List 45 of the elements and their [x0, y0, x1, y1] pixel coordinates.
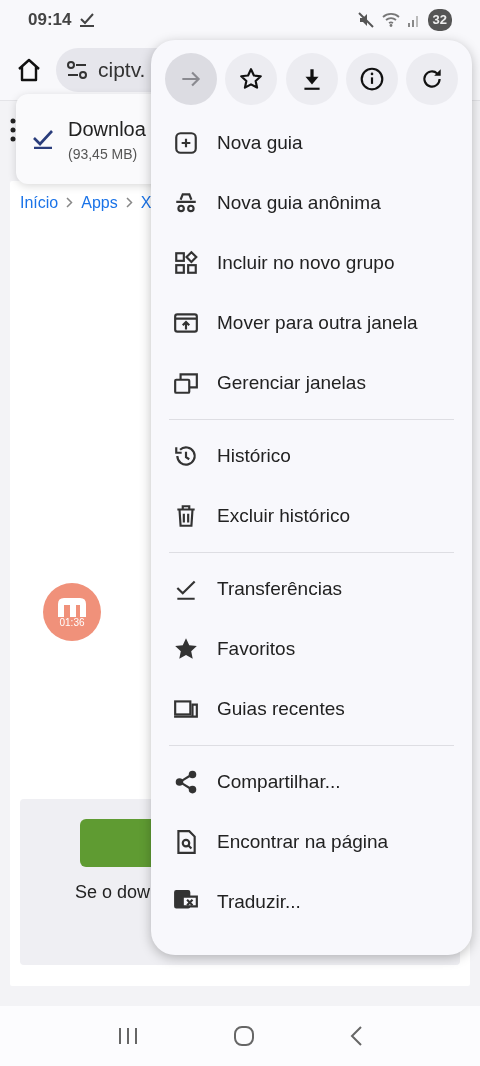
- reload-button[interactable]: [406, 53, 458, 105]
- check-icon: [32, 129, 54, 149]
- breadcrumb-link[interactable]: Apps: [81, 190, 118, 215]
- site-settings-icon[interactable]: [66, 60, 88, 79]
- mute-icon: [357, 11, 374, 28]
- download-note: Se o dow: [75, 880, 151, 904]
- check-icon: [79, 12, 96, 27]
- menu-item[interactable]: Incluir no novo grupo: [165, 233, 458, 293]
- menu-item[interactable]: Traduzir...: [165, 872, 458, 932]
- plus-icon: [173, 130, 199, 156]
- back-icon[interactable]: [349, 1024, 363, 1047]
- toast-title: Downloa: [68, 116, 146, 142]
- menu-item[interactable]: Nova guia anônima: [165, 173, 458, 233]
- history-icon: [173, 443, 199, 469]
- file-size: (93,45 MB): [68, 144, 139, 164]
- wifi-icon: [381, 12, 400, 28]
- menu-item[interactable]: Nova guia: [165, 113, 458, 173]
- chevron-icon: [125, 197, 133, 209]
- share-icon: [173, 769, 199, 795]
- chevron-icon: [66, 197, 74, 209]
- grid-icon: [173, 250, 199, 276]
- move-window-icon: [173, 310, 199, 336]
- menu-item[interactable]: Histórico: [165, 426, 458, 486]
- recording-timer: 01:36: [59, 617, 85, 628]
- star-icon: [173, 636, 199, 662]
- more-icon[interactable]: [10, 118, 16, 142]
- windows-icon: [173, 370, 199, 396]
- home-icon[interactable]: [16, 56, 42, 83]
- url-text: ciptv.: [98, 56, 146, 83]
- breadcrumb-link[interactable]: Início: [20, 190, 59, 215]
- status-time: 09:14: [28, 9, 72, 31]
- menu-item[interactable]: Favoritos: [165, 619, 458, 679]
- menu-item[interactable]: Mover para outra janela: [165, 293, 458, 353]
- menu-item[interactable]: Transferências: [165, 559, 458, 619]
- home-button-icon[interactable]: [233, 1024, 255, 1047]
- recent-apps-icon[interactable]: [117, 1025, 139, 1046]
- star-icon: [238, 66, 265, 92]
- menu-item[interactable]: Guias recentes: [165, 679, 458, 739]
- menu-item[interactable]: Compartilhar...: [165, 752, 458, 812]
- menu-item[interactable]: Excluir histórico: [165, 486, 458, 546]
- menu-item[interactable]: Encontrar na página: [165, 812, 458, 872]
- info-icon: [358, 66, 385, 92]
- breadcrumb-link[interactable]: X: [140, 190, 152, 215]
- battery-level: 32: [427, 9, 452, 31]
- menu-item[interactable]: Gerenciar janelas: [165, 353, 458, 413]
